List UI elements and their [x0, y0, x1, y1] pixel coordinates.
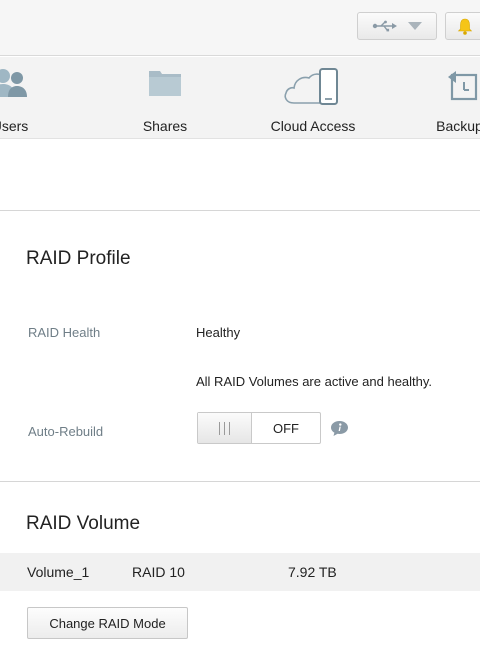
auto-rebuild-toggle[interactable]: OFF: [197, 412, 321, 444]
volume-size: 7.92 TB: [288, 564, 337, 580]
nav-item-label: Backups: [436, 118, 480, 134]
main-nav: Users Shares Cloud Access Backups: [0, 57, 480, 139]
volume-name: Volume_1: [27, 564, 90, 580]
toggle-grip-handle[interactable]: [198, 413, 252, 443]
raid-volume-title: RAID Volume: [26, 513, 141, 534]
raid-health-label: RAID Health: [28, 325, 101, 340]
raid-profile-title: RAID Profile: [26, 248, 131, 269]
top-bar: [0, 0, 480, 56]
nav-item-label: Shares: [142, 118, 188, 134]
section-divider: [0, 210, 480, 211]
change-raid-mode-button[interactable]: Change RAID Mode: [27, 607, 188, 639]
auto-rebuild-label: Auto-Rebuild: [28, 424, 104, 439]
table-row[interactable]: Volume_1 RAID 10 7.92 TB: [0, 553, 480, 591]
nav-item-users[interactable]: Users: [0, 57, 50, 139]
notifications-button[interactable]: [445, 12, 480, 40]
volume-raid-mode: RAID 10: [132, 564, 185, 580]
raid-health-detail: All RAID Volumes are active and healthy.: [196, 374, 433, 389]
bell-icon: [457, 18, 473, 35]
nav-item-label: Cloud Access: [270, 118, 356, 134]
usb-menu-button[interactable]: [357, 12, 437, 40]
chevron-down-icon: [408, 22, 422, 30]
usb-icon: [372, 20, 397, 32]
nav-item-label: Users: [0, 118, 29, 134]
toggle-state-text: OFF: [273, 420, 299, 436]
nav-item-cloud-access[interactable]: Cloud Access: [253, 57, 373, 139]
info-icon[interactable]: [330, 420, 349, 437]
cloud-device-icon: [284, 68, 338, 105]
folder-icon: [149, 71, 181, 96]
users-icon: [0, 69, 27, 97]
nav-item-backups[interactable]: Backups: [418, 57, 480, 139]
nav-item-shares[interactable]: Shares: [125, 57, 205, 139]
backup-icon: [448, 71, 478, 101]
section-divider: [0, 481, 480, 482]
raid-health-value: Healthy: [196, 325, 241, 340]
